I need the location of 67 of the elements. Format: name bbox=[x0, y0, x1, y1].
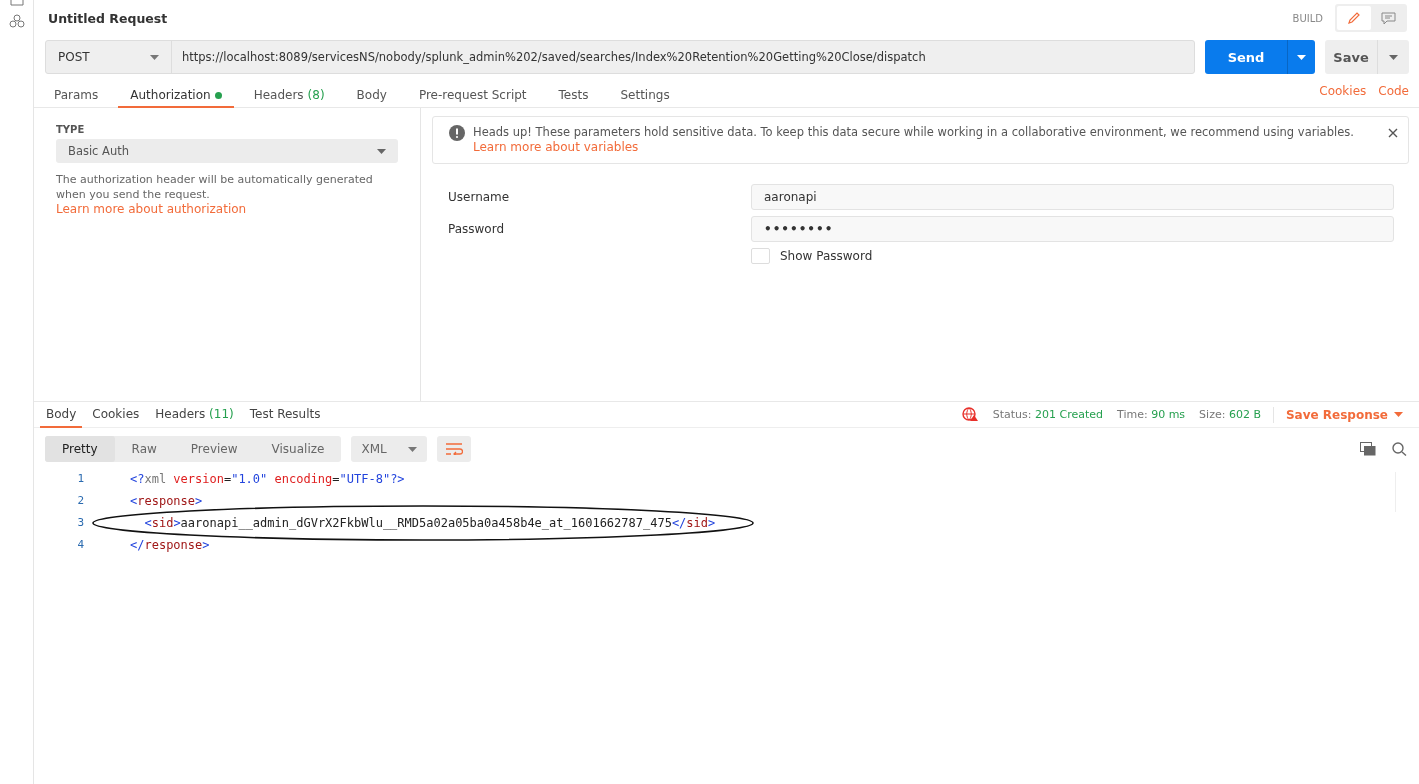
auth-type-dropdown[interactable]: Basic Auth bbox=[56, 139, 398, 163]
tab-count: (11) bbox=[209, 406, 234, 421]
caret-icon bbox=[377, 148, 386, 154]
search-icon bbox=[1392, 442, 1407, 456]
format-dropdown[interactable]: XML bbox=[351, 436, 428, 462]
caret-icon bbox=[408, 446, 418, 452]
copy-button[interactable] bbox=[1360, 442, 1376, 456]
response-tab[interactable]: Test Results bbox=[243, 401, 327, 428]
mode-label: BUILD bbox=[1292, 12, 1323, 24]
request-tab[interactable]: Headers (8) bbox=[241, 84, 337, 108]
response-tab[interactable]: Headers (11) bbox=[149, 401, 240, 428]
request-tab[interactable]: Body bbox=[344, 84, 399, 108]
response-meta: Time: 90 ms bbox=[1117, 408, 1186, 421]
tab-count: (8) bbox=[307, 88, 325, 102]
line-number: 3 bbox=[76, 516, 84, 530]
view-mode-button[interactable]: Preview bbox=[173, 436, 255, 462]
code-line: <?xml version="1.0" encoding="UTF-8"?> bbox=[130, 472, 405, 486]
line-number: 4 bbox=[76, 538, 84, 552]
request-title: Untitled Request bbox=[48, 10, 169, 26]
warning-icon bbox=[449, 125, 465, 141]
mode-button[interactable] bbox=[1337, 6, 1371, 30]
type-label: TYPE bbox=[56, 124, 86, 135]
response-tab[interactable]: Cookies bbox=[86, 401, 146, 428]
code-line: <sid>aaronapi__admin_dGVrX2FkbWlu__RMD5a02a05ba0a458b4e_at_1601662787_475</sid> bbox=[143, 516, 716, 530]
response-tab[interactable]: Body bbox=[40, 401, 83, 428]
auth-description: The authorization header will be automatically generated when you send the request. Learn more about authorization bbox=[56, 173, 374, 218]
field-label: Password bbox=[448, 222, 506, 236]
request-tab[interactable]: Settings bbox=[608, 84, 682, 108]
line-number: 2 bbox=[76, 494, 84, 508]
wrap-lines-icon bbox=[445, 443, 464, 455]
code-line: <response> bbox=[130, 494, 203, 508]
response-meta: Size: 602 B bbox=[1199, 408, 1261, 421]
caret-icon bbox=[1389, 54, 1398, 60]
wrap-button[interactable] bbox=[437, 436, 472, 462]
response-meta: Status: 201 Created bbox=[992, 408, 1103, 421]
send-options-button[interactable] bbox=[1287, 40, 1315, 74]
request-tab[interactable]: Tests bbox=[546, 84, 601, 108]
username-field[interactable]: aaronapi bbox=[751, 184, 1394, 210]
save-button[interactable]: Save bbox=[1325, 40, 1377, 74]
comment-icon bbox=[1380, 11, 1396, 25]
save-options-button[interactable] bbox=[1377, 40, 1409, 74]
checkbox-label: Show Password bbox=[780, 249, 873, 263]
send-button[interactable]: Send bbox=[1205, 40, 1287, 74]
caret-icon bbox=[1297, 54, 1306, 60]
request-tab[interactable]: Params bbox=[42, 84, 111, 108]
view-mode-button[interactable]: Visualize bbox=[254, 436, 342, 462]
globe-warning-icon[interactable] bbox=[961, 407, 979, 422]
method-dropdown[interactable]: POST bbox=[46, 41, 172, 73]
notice-text: Heads up! These parameters hold sensitive data. To keep this data secure while working in a collaborative environment, we recommend using variables. Learn more about variables bbox=[473, 125, 1355, 155]
request-tab[interactable]: Pre-request Script bbox=[406, 84, 539, 108]
url-field[interactable]: https://localhost:8089/servicesNS/nobody/splunk_admin%202/saved/searches/Index%20Retention%20Getting%20Close/dispatch bbox=[172, 41, 1194, 73]
copy-icon bbox=[1360, 442, 1376, 456]
field-label: Username bbox=[448, 190, 511, 204]
caret-icon bbox=[1394, 412, 1403, 417]
people-icon[interactable] bbox=[8, 14, 25, 28]
caret-icon bbox=[150, 54, 159, 60]
pencil-icon bbox=[1347, 11, 1361, 25]
view-mode-button[interactable]: Raw bbox=[114, 436, 174, 462]
line-number: 1 bbox=[76, 472, 84, 486]
checkbox[interactable] bbox=[751, 248, 770, 264]
view-mode-button[interactable]: Pretty bbox=[45, 436, 115, 462]
panel-icon[interactable] bbox=[9, 0, 24, 6]
request-tab[interactable]: Authorization bbox=[118, 84, 234, 108]
close-icon[interactable] bbox=[1388, 128, 1398, 138]
password-field[interactable]: •••••••• bbox=[751, 216, 1394, 242]
code-line: </response> bbox=[130, 538, 210, 552]
search-button[interactable] bbox=[1392, 442, 1407, 456]
